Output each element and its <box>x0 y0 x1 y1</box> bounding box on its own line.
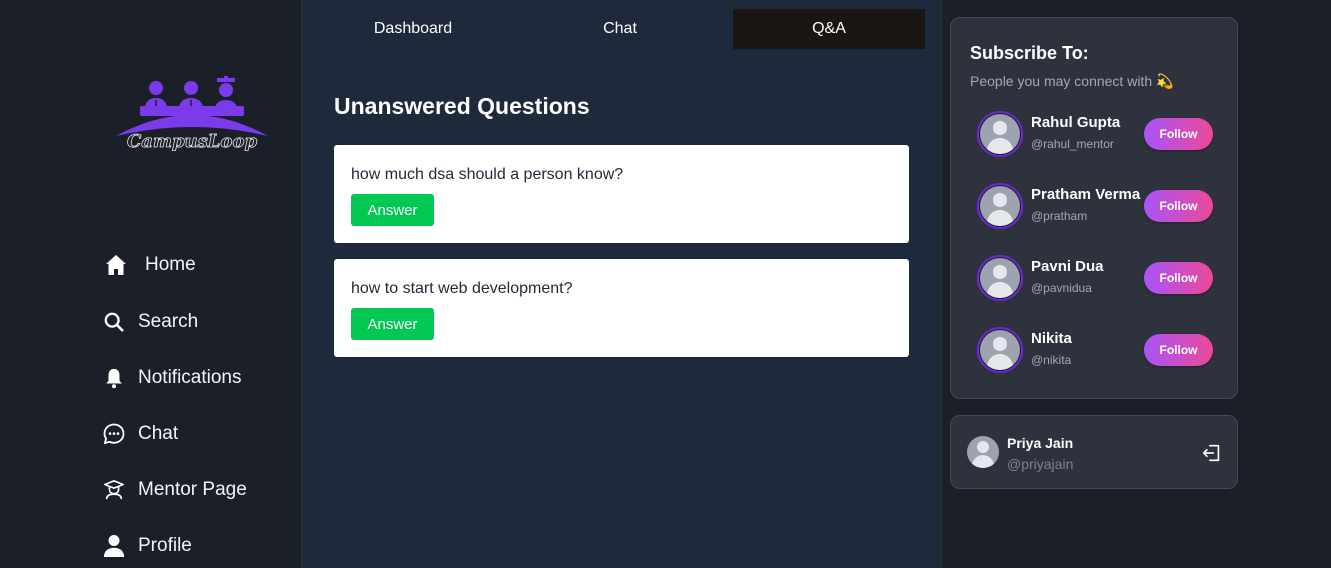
sidebar-item-search[interactable]: Search <box>102 307 292 337</box>
user-handle: @nikita <box>1031 353 1072 367</box>
user-name[interactable]: Nikita <box>1031 330 1072 347</box>
user-name[interactable]: Pavni Dua <box>1031 258 1104 275</box>
sidebar-item-label: Notifications <box>138 367 242 388</box>
bell-icon <box>102 366 126 390</box>
account-name: Priya Jain <box>1007 435 1074 451</box>
follow-button[interactable]: Follow <box>1144 190 1213 222</box>
avatar[interactable] <box>967 436 999 468</box>
sidebar-item-label: Profile <box>138 535 192 556</box>
avatar[interactable] <box>977 183 1023 229</box>
user-name[interactable]: Rahul Gupta <box>1031 114 1120 131</box>
left-sidebar: CampusLoop Home Search Notifications Cha… <box>0 0 302 568</box>
search-icon <box>102 310 126 334</box>
account-card: Priya Jain @priyajain <box>950 415 1238 489</box>
suggested-user: Rahul Gupta @rahul_mentor Follow <box>977 111 1217 157</box>
question-text: how to start web development? <box>351 280 573 297</box>
tab-chat[interactable]: Chat <box>525 9 715 49</box>
avatar[interactable] <box>977 111 1023 157</box>
sidebar-item-label: Mentor Page <box>138 479 247 500</box>
user-handle: @pavnidua <box>1031 281 1092 295</box>
suggested-user: Nikita @nikita Follow <box>977 327 1217 373</box>
question-text: how much dsa should a person know? <box>351 166 624 183</box>
logout-icon[interactable] <box>1201 442 1223 464</box>
answer-button[interactable]: Answer <box>351 194 434 226</box>
user-icon <box>102 534 126 558</box>
follow-button[interactable]: Follow <box>1144 334 1213 366</box>
sidebar-item-mentor-page[interactable]: Mentor Page <box>102 475 292 505</box>
campusloop-logo[interactable]: CampusLoop <box>112 74 272 158</box>
user-handle: @pratham <box>1031 209 1088 223</box>
main-content: Dashboard Chat Q&A Unanswered Questions … <box>302 0 942 568</box>
subscribe-title: Subscribe To: <box>970 43 1089 63</box>
chat-bubble-icon <box>102 422 126 446</box>
sidebar-item-profile[interactable]: Profile <box>102 531 292 561</box>
svg-text:CampusLoop: CampusLoop <box>127 131 258 152</box>
account-handle: @priyajain <box>1007 456 1074 472</box>
answer-button[interactable]: Answer <box>351 308 434 340</box>
sidebar-item-notifications[interactable]: Notifications <box>102 363 292 393</box>
suggested-user: Pavni Dua @pavnidua Follow <box>977 255 1217 301</box>
follow-button[interactable]: Follow <box>1144 262 1213 294</box>
subscribe-subtitle: People you may connect with 💫 <box>970 73 1174 89</box>
question-card: how much dsa should a person know? Answe… <box>334 145 909 243</box>
avatar[interactable] <box>977 327 1023 373</box>
page-title: Unanswered Questions <box>334 93 590 119</box>
sidebar-item-label: Search <box>138 311 199 332</box>
subscribe-panel: Subscribe To: People you may connect wit… <box>950 17 1238 399</box>
suggested-user: Pratham Verma @pratham Follow <box>977 183 1217 229</box>
home-icon <box>104 253 128 277</box>
sidebar-item-label: Home <box>145 254 196 275</box>
follow-button[interactable]: Follow <box>1144 118 1213 150</box>
sidebar-item-chat[interactable]: Chat <box>102 419 292 449</box>
user-name[interactable]: Pratham Verma <box>1031 186 1140 203</box>
tab-dashboard[interactable]: Dashboard <box>318 9 508 49</box>
avatar[interactable] <box>977 255 1023 301</box>
mentor-icon <box>102 478 126 502</box>
question-card: how to start web development? Answer <box>334 259 909 357</box>
sidebar-item-home[interactable]: Home <box>104 250 294 280</box>
tab-bar: Dashboard Chat Q&A <box>302 9 926 49</box>
user-handle: @rahul_mentor <box>1031 137 1114 151</box>
tab-qa[interactable]: Q&A <box>733 9 925 49</box>
sidebar-item-label: Chat <box>138 423 179 444</box>
